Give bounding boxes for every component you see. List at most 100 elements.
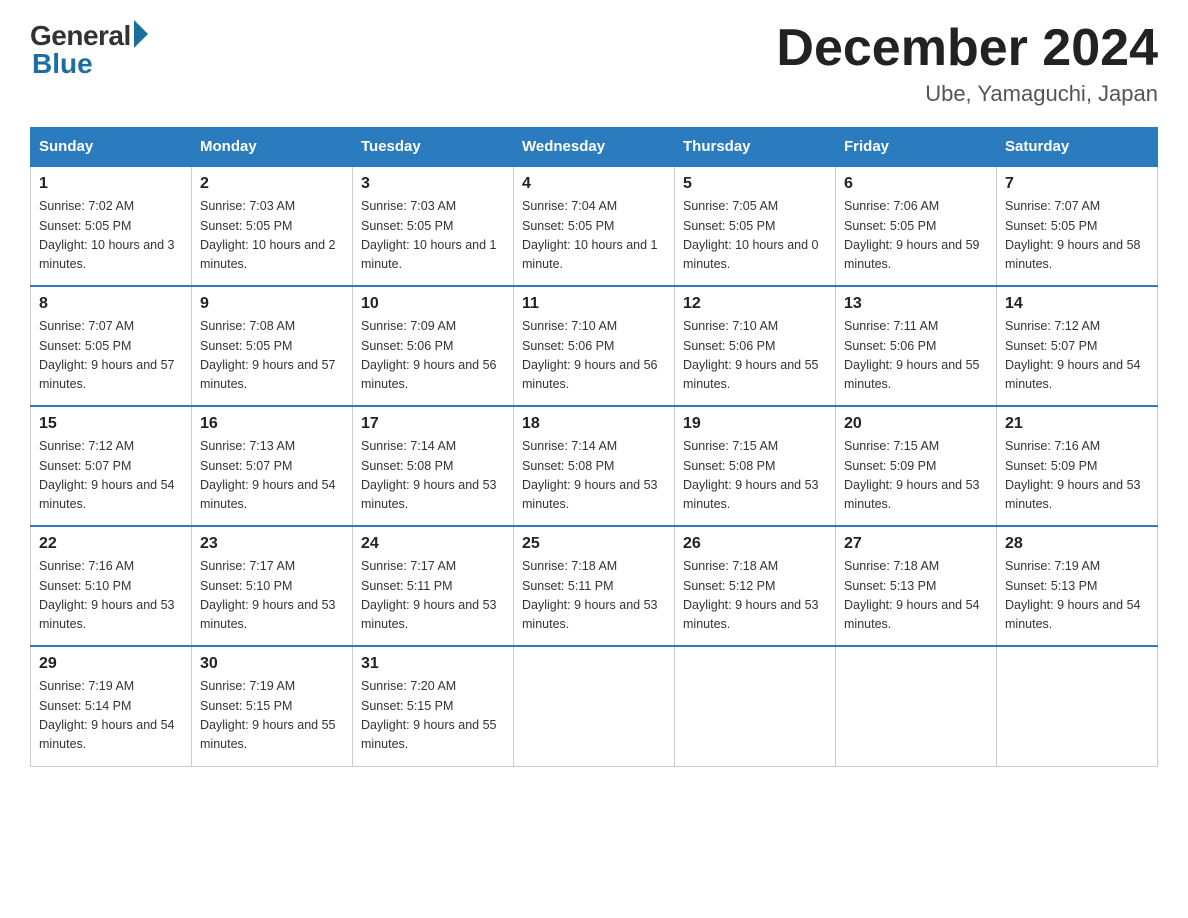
calendar-cell: 23 Sunrise: 7:17 AMSunset: 5:10 PMDaylig…	[192, 526, 353, 646]
day-number: 29	[39, 655, 183, 673]
calendar-cell: 10 Sunrise: 7:09 AMSunset: 5:06 PMDaylig…	[353, 286, 514, 406]
calendar-cell: 11 Sunrise: 7:10 AMSunset: 5:06 PMDaylig…	[514, 286, 675, 406]
day-info: Sunrise: 7:20 AMSunset: 5:15 PMDaylight:…	[361, 677, 505, 755]
calendar-cell: 26 Sunrise: 7:18 AMSunset: 5:12 PMDaylig…	[675, 526, 836, 646]
calendar-table: SundayMondayTuesdayWednesdayThursdayFrid…	[30, 127, 1158, 767]
calendar-cell: 12 Sunrise: 7:10 AMSunset: 5:06 PMDaylig…	[675, 286, 836, 406]
day-number: 11	[522, 295, 666, 313]
day-info: Sunrise: 7:09 AMSunset: 5:06 PMDaylight:…	[361, 317, 505, 395]
day-info: Sunrise: 7:15 AMSunset: 5:08 PMDaylight:…	[683, 437, 827, 515]
day-info: Sunrise: 7:07 AMSunset: 5:05 PMDaylight:…	[39, 317, 183, 395]
header-tuesday: Tuesday	[353, 128, 514, 167]
calendar-cell	[514, 646, 675, 766]
main-title: December 2024	[776, 20, 1158, 77]
day-info: Sunrise: 7:03 AMSunset: 5:05 PMDaylight:…	[361, 197, 505, 275]
calendar-cell	[675, 646, 836, 766]
calendar-cell: 6 Sunrise: 7:06 AMSunset: 5:05 PMDayligh…	[836, 166, 997, 286]
calendar-cell: 7 Sunrise: 7:07 AMSunset: 5:05 PMDayligh…	[997, 166, 1158, 286]
header-friday: Friday	[836, 128, 997, 167]
day-info: Sunrise: 7:19 AMSunset: 5:14 PMDaylight:…	[39, 677, 183, 755]
header-sunday: Sunday	[31, 128, 192, 167]
calendar-cell: 18 Sunrise: 7:14 AMSunset: 5:08 PMDaylig…	[514, 406, 675, 526]
day-number: 22	[39, 535, 183, 553]
day-number: 25	[522, 535, 666, 553]
day-info: Sunrise: 7:11 AMSunset: 5:06 PMDaylight:…	[844, 317, 988, 395]
calendar-cell: 4 Sunrise: 7:04 AMSunset: 5:05 PMDayligh…	[514, 166, 675, 286]
day-info: Sunrise: 7:02 AMSunset: 5:05 PMDaylight:…	[39, 197, 183, 275]
day-number: 12	[683, 295, 827, 313]
day-number: 5	[683, 175, 827, 193]
day-info: Sunrise: 7:03 AMSunset: 5:05 PMDaylight:…	[200, 197, 344, 275]
day-info: Sunrise: 7:04 AMSunset: 5:05 PMDaylight:…	[522, 197, 666, 275]
day-info: Sunrise: 7:14 AMSunset: 5:08 PMDaylight:…	[361, 437, 505, 515]
day-number: 3	[361, 175, 505, 193]
day-info: Sunrise: 7:17 AMSunset: 5:11 PMDaylight:…	[361, 557, 505, 635]
day-number: 30	[200, 655, 344, 673]
calendar-cell: 22 Sunrise: 7:16 AMSunset: 5:10 PMDaylig…	[31, 526, 192, 646]
calendar-cell: 15 Sunrise: 7:12 AMSunset: 5:07 PMDaylig…	[31, 406, 192, 526]
day-number: 10	[361, 295, 505, 313]
day-info: Sunrise: 7:08 AMSunset: 5:05 PMDaylight:…	[200, 317, 344, 395]
day-number: 26	[683, 535, 827, 553]
day-info: Sunrise: 7:07 AMSunset: 5:05 PMDaylight:…	[1005, 197, 1149, 275]
day-info: Sunrise: 7:12 AMSunset: 5:07 PMDaylight:…	[39, 437, 183, 515]
day-info: Sunrise: 7:15 AMSunset: 5:09 PMDaylight:…	[844, 437, 988, 515]
day-number: 15	[39, 415, 183, 433]
day-number: 2	[200, 175, 344, 193]
calendar-cell: 29 Sunrise: 7:19 AMSunset: 5:14 PMDaylig…	[31, 646, 192, 766]
day-number: 9	[200, 295, 344, 313]
day-number: 27	[844, 535, 988, 553]
calendar-week-row: 22 Sunrise: 7:16 AMSunset: 5:10 PMDaylig…	[31, 526, 1158, 646]
subtitle: Ube, Yamaguchi, Japan	[776, 81, 1158, 107]
day-number: 31	[361, 655, 505, 673]
day-info: Sunrise: 7:14 AMSunset: 5:08 PMDaylight:…	[522, 437, 666, 515]
day-info: Sunrise: 7:10 AMSunset: 5:06 PMDaylight:…	[683, 317, 827, 395]
day-number: 8	[39, 295, 183, 313]
day-info: Sunrise: 7:19 AMSunset: 5:15 PMDaylight:…	[200, 677, 344, 755]
calendar-cell: 8 Sunrise: 7:07 AMSunset: 5:05 PMDayligh…	[31, 286, 192, 406]
header-thursday: Thursday	[675, 128, 836, 167]
calendar-week-row: 15 Sunrise: 7:12 AMSunset: 5:07 PMDaylig…	[31, 406, 1158, 526]
day-info: Sunrise: 7:17 AMSunset: 5:10 PMDaylight:…	[200, 557, 344, 635]
calendar-cell: 3 Sunrise: 7:03 AMSunset: 5:05 PMDayligh…	[353, 166, 514, 286]
calendar-header-row: SundayMondayTuesdayWednesdayThursdayFrid…	[31, 128, 1158, 167]
calendar-cell: 17 Sunrise: 7:14 AMSunset: 5:08 PMDaylig…	[353, 406, 514, 526]
day-number: 28	[1005, 535, 1149, 553]
calendar-week-row: 8 Sunrise: 7:07 AMSunset: 5:05 PMDayligh…	[31, 286, 1158, 406]
calendar-cell: 9 Sunrise: 7:08 AMSunset: 5:05 PMDayligh…	[192, 286, 353, 406]
calendar-cell	[836, 646, 997, 766]
calendar-week-row: 29 Sunrise: 7:19 AMSunset: 5:14 PMDaylig…	[31, 646, 1158, 766]
title-block: December 2024 Ube, Yamaguchi, Japan	[776, 20, 1158, 107]
day-number: 18	[522, 415, 666, 433]
calendar-cell: 13 Sunrise: 7:11 AMSunset: 5:06 PMDaylig…	[836, 286, 997, 406]
calendar-cell: 25 Sunrise: 7:18 AMSunset: 5:11 PMDaylig…	[514, 526, 675, 646]
day-number: 13	[844, 295, 988, 313]
calendar-cell: 14 Sunrise: 7:12 AMSunset: 5:07 PMDaylig…	[997, 286, 1158, 406]
calendar-cell: 28 Sunrise: 7:19 AMSunset: 5:13 PMDaylig…	[997, 526, 1158, 646]
day-info: Sunrise: 7:16 AMSunset: 5:09 PMDaylight:…	[1005, 437, 1149, 515]
page-header: General Blue December 2024 Ube, Yamaguch…	[30, 20, 1158, 107]
day-info: Sunrise: 7:06 AMSunset: 5:05 PMDaylight:…	[844, 197, 988, 275]
day-number: 17	[361, 415, 505, 433]
day-number: 20	[844, 415, 988, 433]
calendar-cell: 16 Sunrise: 7:13 AMSunset: 5:07 PMDaylig…	[192, 406, 353, 526]
calendar-cell: 31 Sunrise: 7:20 AMSunset: 5:15 PMDaylig…	[353, 646, 514, 766]
calendar-cell	[997, 646, 1158, 766]
day-info: Sunrise: 7:16 AMSunset: 5:10 PMDaylight:…	[39, 557, 183, 635]
calendar-cell: 19 Sunrise: 7:15 AMSunset: 5:08 PMDaylig…	[675, 406, 836, 526]
day-info: Sunrise: 7:19 AMSunset: 5:13 PMDaylight:…	[1005, 557, 1149, 635]
day-number: 23	[200, 535, 344, 553]
calendar-cell: 20 Sunrise: 7:15 AMSunset: 5:09 PMDaylig…	[836, 406, 997, 526]
header-monday: Monday	[192, 128, 353, 167]
day-number: 6	[844, 175, 988, 193]
day-number: 21	[1005, 415, 1149, 433]
day-number: 1	[39, 175, 183, 193]
calendar-cell: 5 Sunrise: 7:05 AMSunset: 5:05 PMDayligh…	[675, 166, 836, 286]
logo: General Blue	[30, 20, 148, 80]
day-number: 16	[200, 415, 344, 433]
day-info: Sunrise: 7:13 AMSunset: 5:07 PMDaylight:…	[200, 437, 344, 515]
calendar-cell: 27 Sunrise: 7:18 AMSunset: 5:13 PMDaylig…	[836, 526, 997, 646]
day-number: 4	[522, 175, 666, 193]
day-info: Sunrise: 7:10 AMSunset: 5:06 PMDaylight:…	[522, 317, 666, 395]
logo-blue-text: Blue	[32, 48, 93, 80]
